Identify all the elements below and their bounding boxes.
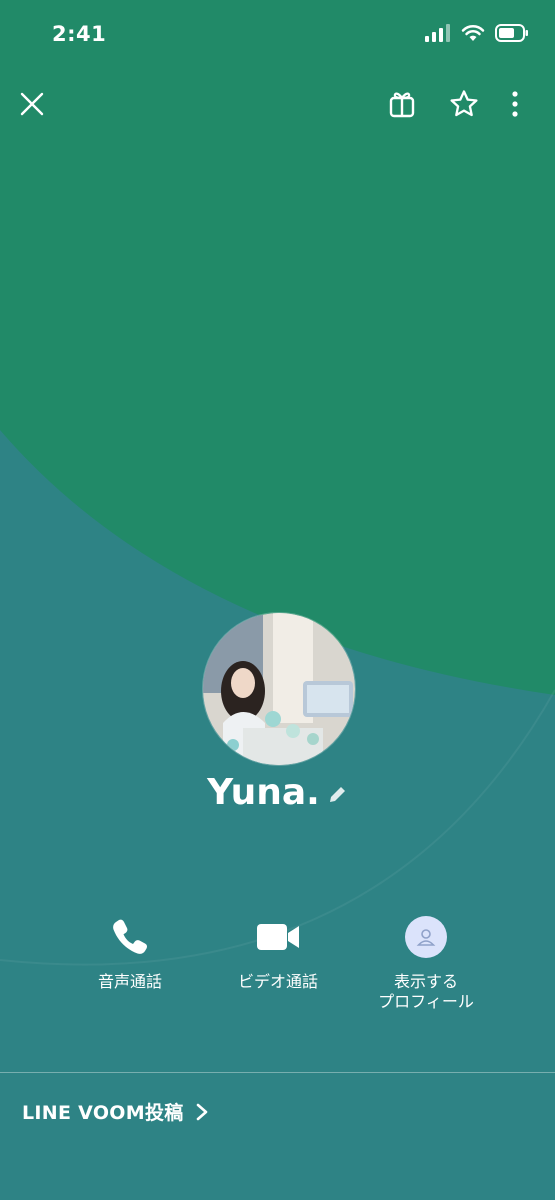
favorite-button[interactable] [442,82,486,126]
voice-call-button[interactable]: 音声通話 [55,912,205,992]
phone-icon [113,919,147,954]
view-profile-button[interactable]: 表示する プロフィール [351,912,501,1012]
cover-background [0,0,555,1200]
signal-icon [425,24,450,42]
line-voom-posts-link[interactable]: LINE VOOM投稿 [22,1098,208,1125]
profile-avatar[interactable] [202,612,356,766]
view-profile-label: 表示する プロフィール [378,972,474,1011]
more-vertical-icon [512,91,518,117]
profile-icon-circle [405,916,447,958]
status-icons [425,24,529,42]
gift-button[interactable] [380,82,424,126]
voice-call-label: 音声通話 [97,972,162,991]
edit-pencil-icon[interactable] [326,784,348,806]
star-icon [450,90,478,117]
status-bar: 2:41 [0,0,555,70]
wifi-icon [461,25,485,41]
divider [0,1072,555,1073]
close-icon [20,92,44,116]
video-call-label: ビデオ通話 [237,972,318,991]
gift-icon [389,92,415,118]
video-call-button[interactable]: ビデオ通話 [203,912,353,992]
status-time: 2:41 [52,22,107,46]
battery-icon [495,24,528,42]
chevron-right-icon [196,1103,207,1120]
line-voom-label: LINE VOOM投稿 [22,1102,184,1124]
close-button[interactable] [10,82,54,126]
video-camera-icon [257,924,299,950]
profile-name-row: Yuna. [0,772,555,813]
profile-name: Yuna. [207,772,320,813]
profile-icon [416,929,436,946]
more-options-button[interactable] [493,82,537,126]
avatar-photo [203,613,355,765]
